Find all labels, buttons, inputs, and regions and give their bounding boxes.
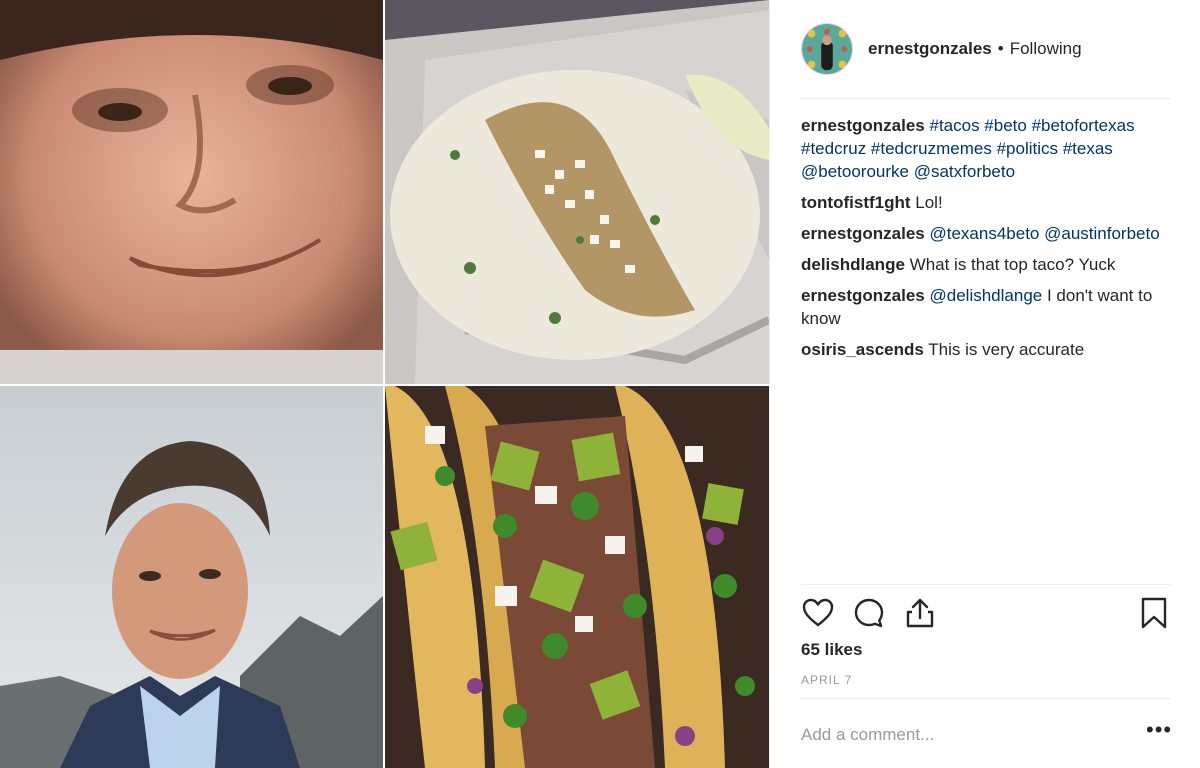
comment-username-link[interactable]: tontofistf1ght <box>801 193 911 212</box>
post-actions <box>801 596 1171 630</box>
post-date[interactable]: APRIL 7 <box>801 673 852 687</box>
comment-item: osiris_ascends This is very accurate <box>801 338 1171 361</box>
caption: ernestgonzales #tacos #beto #betofortexa… <box>801 114 1171 183</box>
comment-bubble-icon[interactable] <box>852 596 886 630</box>
caption-hashtags-line1[interactable]: #tacos #beto #betofortexas <box>930 116 1135 135</box>
header-user-line: ernestgonzales • Following <box>868 39 1082 59</box>
bookmark-icon[interactable] <box>1137 596 1171 630</box>
caption-mentions[interactable]: @betoorourke @satxforbeto <box>801 162 1015 181</box>
header-separator: • <box>997 39 1004 58</box>
comment-text: Lol! <box>915 193 943 212</box>
avatar[interactable] <box>801 23 853 75</box>
more-options-icon[interactable]: ••• <box>1146 719 1172 748</box>
comment-text: This is very accurate <box>928 340 1085 359</box>
comments-section: ernestgonzales #tacos #beto #betofortexa… <box>801 114 1171 369</box>
image-plain-taco-on-foil <box>385 0 769 384</box>
comment-username-link[interactable]: osiris_ascends <box>801 340 924 359</box>
post-image-collage[interactable] <box>0 0 769 768</box>
caption-username-link[interactable]: ernestgonzales <box>801 116 925 135</box>
image-man-smiling <box>0 0 383 384</box>
comment-text: What is that top taco? Yuck <box>909 255 1116 274</box>
comment-item: ernestgonzales @delishdlange I don't wan… <box>801 284 1171 330</box>
following-button[interactable]: Following <box>1010 39 1082 59</box>
comment-username-link[interactable]: ernestgonzales <box>801 224 925 243</box>
comment-input-divider <box>801 698 1171 699</box>
likes-count[interactable]: 65 likes <box>801 640 862 660</box>
instagram-post: ernestgonzales • Following ernestgonzale… <box>0 0 1200 768</box>
image-loaded-tacos <box>385 386 769 768</box>
header-username-link[interactable]: ernestgonzales <box>868 39 992 59</box>
actions-divider <box>801 584 1171 585</box>
post-header: ernestgonzales • Following <box>801 22 1171 76</box>
comment-item: delishdlange What is that top taco? Yuck <box>801 253 1171 276</box>
header-divider <box>801 98 1171 99</box>
comment-mentions[interactable]: @texans4beto @austinforbeto <box>930 224 1160 243</box>
caption-hashtags-line2[interactable]: #tedcruz #tedcruzmemes #politics #texas <box>801 139 1113 158</box>
comment-item: ernestgonzales @texans4beto @austinforbe… <box>801 222 1171 245</box>
comment-username-link[interactable]: ernestgonzales <box>801 286 925 305</box>
comment-mentions[interactable]: @delishdlange <box>930 286 1043 305</box>
add-comment-input[interactable] <box>801 722 1116 748</box>
share-icon[interactable] <box>903 596 937 630</box>
post-side-panel: ernestgonzales • Following ernestgonzale… <box>769 0 1200 768</box>
image-man-portrait <box>0 386 383 768</box>
comment-item: tontofistf1ght Lol! <box>801 191 1171 214</box>
comment-username-link[interactable]: delishdlange <box>801 255 905 274</box>
heart-icon[interactable] <box>801 596 835 630</box>
